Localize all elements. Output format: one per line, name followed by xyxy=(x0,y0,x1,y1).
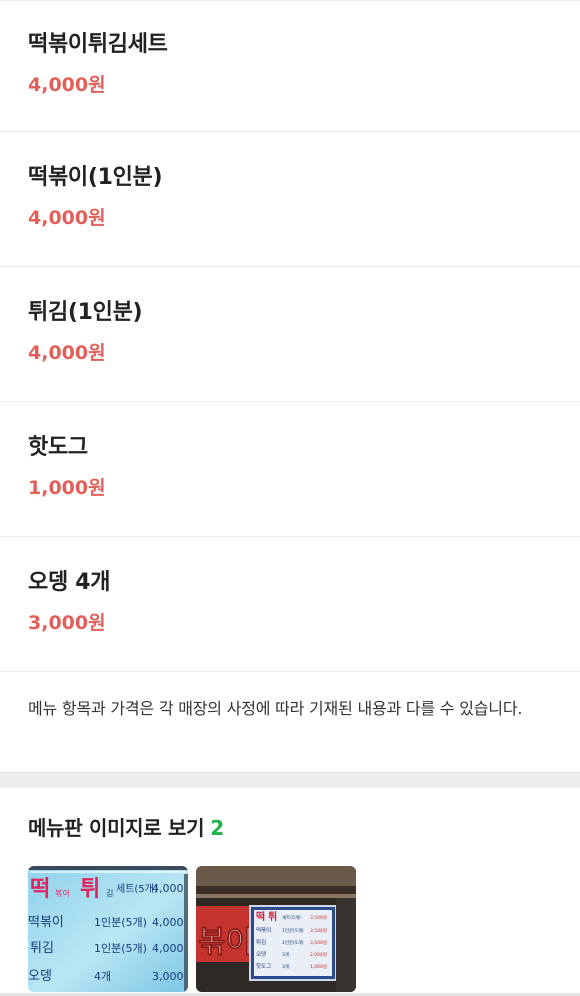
menu-item-name: 떡볶이(1인분) xyxy=(28,165,163,190)
photo2-row5-price: 1,000원 xyxy=(310,963,327,970)
photo2-board-header-mid: 튀 xyxy=(268,911,277,923)
menu-board-title: 메뉴판 이미지로 보기 xyxy=(28,816,205,840)
photo2-row4-desc: 3개 xyxy=(282,951,289,958)
photo1-row1-tail: 김 xyxy=(106,888,113,898)
menu-item[interactable]: 오뎅 4개 3,000원 xyxy=(0,537,580,672)
photo2-row3-name: 튀김 xyxy=(256,938,266,946)
photo2-row3-desc: 1인분(5개) xyxy=(282,939,304,946)
photo1-row2-desc: 1인분(5개) xyxy=(94,916,147,929)
menu-list: 떡볶이튀김세트 4,000원 떡볶이(1인분) 4,000원 튀김(1인분) 4… xyxy=(0,0,580,672)
photo1-row1-small: 볶이 xyxy=(55,888,70,898)
photo2-row3-price: 3,500원 xyxy=(310,939,327,946)
photo1-row3-name: 튀김 xyxy=(30,941,54,956)
photo1-row3-desc: 1인분(5개) xyxy=(94,942,147,955)
photo1-row2-name: 떡볶이 xyxy=(28,915,64,930)
menu-board-header[interactable]: 메뉴판 이미지로 보기 2 xyxy=(28,814,552,842)
menu-item-price: 4,000원 xyxy=(28,74,106,96)
menu-item-price: 4,000원 xyxy=(28,342,106,364)
menu-board-count: 2 xyxy=(210,816,224,840)
menu-item-price: 1,000원 xyxy=(28,477,106,499)
photo2-row2-price: 3,500원 xyxy=(310,927,327,934)
photo1-row4-desc: 4개 xyxy=(94,970,111,983)
photo2-row1-desc: 세트(5개) xyxy=(282,914,301,921)
menu-item-name: 오뎅 4개 xyxy=(28,570,111,595)
photo2-row5-desc: 3개 xyxy=(282,963,289,970)
menu-board-photo-image: 볶이 떡 튀 세트(5개) 3,500원 떡볶이 1인분(5개) 3,500원 … xyxy=(196,866,356,992)
menu-board-photo-image: 떡 볶이 튀 김 세트(5개) 4,000 떡볶이 1인분(5개) 4,000 … xyxy=(28,866,188,992)
photo1-row4-name: 오뎅 xyxy=(28,969,52,984)
menu-board-photo[interactable]: 떡 볶이 튀 김 세트(5개) 4,000 떡볶이 1인분(5개) 4,000 … xyxy=(28,866,188,992)
menu-price-notice: 메뉴 항목과 가격은 각 매장의 사정에 따라 기재된 내용과 다를 수 있습니… xyxy=(28,699,523,718)
photo1-row3-price: 4,000 xyxy=(152,942,184,955)
photo1-row4-price: 3,000 xyxy=(152,970,184,983)
menu-item-price: 3,000원 xyxy=(28,612,106,634)
photo2-board-header-big: 떡 xyxy=(256,910,265,923)
photo1-row1-price: 4,000 xyxy=(152,882,184,895)
menu-board-section: 메뉴판 이미지로 보기 2 떡 볶이 튀 김 세트(5개) 4,000 떡볶이 … xyxy=(0,788,580,992)
photo2-row4-name: 오뎅 xyxy=(256,951,266,958)
menu-item[interactable]: 튀김(1인분) 4,000원 xyxy=(0,267,580,402)
menu-item-name: 핫도그 xyxy=(28,435,88,460)
photo2-row2-desc: 1인분(5개) xyxy=(282,927,304,934)
photo1-row1-big: 떡 xyxy=(30,877,50,902)
menu-board-photo[interactable]: 볶이 떡 튀 세트(5개) 3,500원 떡볶이 1인분(5개) 3,500원 … xyxy=(196,866,356,992)
menu-item-price: 4,000원 xyxy=(28,207,106,229)
menu-item-name: 떡볶이튀김세트 xyxy=(28,32,168,57)
menu-item[interactable]: 핫도그 1,000원 xyxy=(0,402,580,537)
photo1-row2-price: 4,000 xyxy=(152,916,184,929)
menu-item[interactable]: 떡볶이(1인분) 4,000원 xyxy=(0,132,580,267)
section-divider xyxy=(0,772,580,788)
menu-item[interactable]: 떡볶이튀김세트 4,000원 xyxy=(0,0,580,132)
menu-item-name: 튀김(1인분) xyxy=(28,300,143,325)
photo2-row5-name: 핫도그 xyxy=(256,962,271,970)
photo1-row1-mid: 튀 xyxy=(80,877,100,902)
menu-board-thumbnails: 떡 볶이 튀 김 세트(5개) 4,000 떡볶이 1인분(5개) 4,000 … xyxy=(28,866,552,992)
photo2-sign-text: 볶이 xyxy=(198,925,253,960)
photo2-row2-name: 떡볶이 xyxy=(256,926,271,934)
photo2-row1-price: 3,500원 xyxy=(310,914,327,921)
photo2-row4-price: 2,000원 xyxy=(310,951,327,958)
